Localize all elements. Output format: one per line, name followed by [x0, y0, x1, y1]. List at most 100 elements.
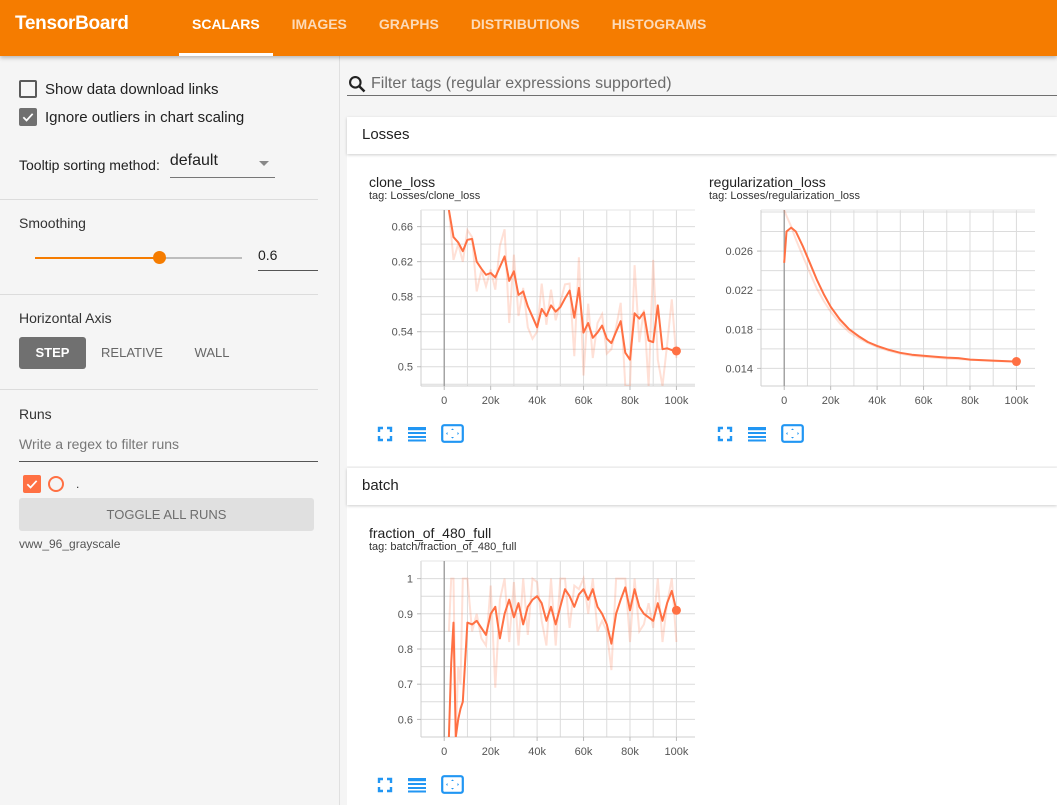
chart-clone-loss[interactable]: 0 20k 40k 60k 80k 100k 0.5 0.54 0.58 0.62 0.66 [369, 204, 699, 419]
horizontal-axis-label: Horizontal Axis [19, 310, 112, 326]
tab-graphs[interactable]: GRAPHS [366, 0, 452, 56]
show-download-links-checkbox[interactable]: Show data download links [19, 80, 218, 98]
chart-grid [760, 210, 1035, 386]
x-tick-label: 80k [961, 395, 979, 407]
fit-to-screen-icon[interactable] [717, 426, 733, 447]
x-tick-label: 40k [528, 746, 546, 758]
smoothing-slider-fill [35, 257, 160, 259]
top-app-bar: TensorBoard SCALARS IMAGES GRAPHS DISTRI… [0, 0, 1057, 56]
y-tick-label: 0.66 [392, 222, 413, 234]
data-series-list-icon[interactable] [407, 777, 427, 798]
y-tick-label: 0.62 [392, 257, 413, 269]
group-body-batch: fraction_of_480_full tag: batch/fraction_… [347, 505, 1057, 805]
y-tick-label: 0.54 [392, 327, 413, 339]
x-tick-label: 60k [575, 746, 593, 758]
zoom-reset-icon[interactable] [781, 424, 804, 448]
smoothing-slider[interactable] [35, 251, 242, 264]
log-directory-label: vww_96_grayscale [19, 537, 121, 551]
group-header-losses[interactable]: Losses [347, 117, 1057, 154]
chart-tag: tag: Losses/clone_loss [369, 190, 481, 202]
x-tick-label: 0 [441, 746, 447, 758]
x-tick-label: 100k [1004, 395, 1028, 407]
fit-to-screen-icon[interactable] [377, 426, 393, 447]
y-tick-label: 1 [407, 574, 413, 586]
series-line-smoothed [447, 586, 678, 737]
chart-tag: tag: batch/fraction_of_480_full [369, 541, 517, 553]
ignore-outliers-label: Ignore outliers in chart scaling [45, 108, 245, 126]
data-series-list-icon[interactable] [747, 426, 767, 447]
tab-scalars[interactable]: SCALARS [179, 0, 273, 56]
smoothing-value-input[interactable]: 0.6 [258, 246, 318, 271]
y-tick-label: 0.58 [392, 292, 413, 304]
tab-histograms[interactable]: HISTOGRAMS [599, 0, 720, 56]
chart-tag: tag: Losses/regularization_loss [709, 190, 861, 202]
tab-images[interactable]: IMAGES [279, 0, 360, 56]
tag-filter-placeholder: Filter tags (regular expressions support… [371, 75, 672, 92]
ignore-outliers-checkbox[interactable]: Ignore outliers in chart scaling [19, 108, 244, 126]
x-tick-label: 20k [482, 746, 500, 758]
sidebar: Show data download links Ignore outliers… [0, 56, 340, 805]
y-tick-label: 0.7 [398, 679, 413, 691]
tooltip-sorting-label: Tooltip sorting method: [19, 157, 160, 173]
zoom-reset-icon[interactable] [441, 775, 464, 799]
run-item: . [23, 475, 79, 493]
tooltip-sorting-value: default [169, 152, 218, 169]
data-series-list-icon[interactable] [407, 426, 427, 447]
tooltip-sorting-select[interactable]: default [169, 152, 275, 178]
chart-toolbar [377, 424, 478, 448]
x-tick-label: 40k [528, 395, 546, 407]
x-tick-label: 40k [868, 395, 886, 407]
fit-to-screen-icon[interactable] [377, 777, 393, 798]
chart-regularization-loss[interactable]: 0 20k 40k 60k 80k 100k 0.014 0.018 0.022 0.026 [709, 204, 1039, 419]
checkbox-checked-icon[interactable] [19, 108, 37, 126]
chart-fraction-of-480-full[interactable]: 0 20k 40k 60k 80k 100k 0.6 0.7 0.8 0.9 1 [369, 555, 699, 770]
series-line-smoothed [447, 210, 677, 361]
show-download-links-label: Show data download links [45, 80, 219, 98]
toggle-all-runs-button[interactable]: TOGGLE ALL RUNS [19, 498, 314, 531]
chart-card-fraction-of-480-full: fraction_of_480_full tag: batch/fraction_… [369, 525, 709, 805]
series-line-raw [447, 210, 678, 386]
chart-toolbar [717, 424, 818, 448]
axis-step-button[interactable]: STEP [19, 337, 86, 369]
series-last-point [671, 346, 681, 356]
chart-title: clone_loss [369, 174, 436, 190]
x-tick-label: 100k [664, 746, 688, 758]
smoothing-slider-handle[interactable] [153, 251, 167, 264]
app-brand: TensorBoard [15, 13, 129, 34]
zoom-reset-icon[interactable] [441, 424, 464, 448]
run-name: . [76, 477, 80, 491]
main-content: Filter tags (regular expressions support… [340, 56, 1057, 805]
main-tabs: SCALARS IMAGES GRAPHS DISTRIBUTIONS HIST… [179, 0, 725, 56]
dropdown-arrow-icon [258, 161, 269, 166]
run-color-picker-icon[interactable] [48, 476, 64, 492]
divider [0, 389, 318, 390]
y-tick-label: 0.026 [725, 246, 753, 258]
group-header-batch[interactable]: batch [347, 468, 1057, 505]
tab-distributions[interactable]: DISTRIBUTIONS [458, 0, 593, 56]
series-last-point [671, 605, 681, 615]
group-body-losses: clone_loss tag: Losses/clone_loss 0 20k 40k 6… [347, 154, 1057, 466]
run-checkbox[interactable] [23, 475, 41, 493]
y-tick-label: 0.018 [725, 324, 753, 336]
runs-label: Runs [19, 406, 52, 422]
x-tick-label: 0 [781, 395, 787, 407]
y-tick-label: 0.8 [398, 644, 413, 656]
search-icon [349, 76, 366, 93]
x-tick-label: 60k [575, 395, 593, 407]
tag-filter-input[interactable]: Filter tags (regular expressions support… [347, 74, 1057, 96]
runs-filter-input[interactable]: Write a regex to filter runs [19, 436, 318, 462]
y-tick-label: 0.9 [398, 609, 413, 621]
series-last-point [1011, 357, 1021, 367]
chart-toolbar [377, 775, 478, 799]
chart-title: regularization_loss [709, 174, 826, 190]
axis-wall-button[interactable]: WALL [180, 337, 244, 369]
y-tick-label: 0.014 [725, 363, 753, 375]
x-tick-label: 20k [482, 395, 500, 407]
axis-relative-button[interactable]: RELATIVE [93, 337, 171, 369]
x-tick-label: 20k [822, 395, 840, 407]
checkbox-unchecked-icon[interactable] [19, 80, 37, 98]
smoothing-label: Smoothing [19, 215, 86, 231]
x-tick-label: 80k [621, 746, 639, 758]
divider [0, 199, 318, 200]
y-tick-label: 0.5 [398, 362, 413, 374]
